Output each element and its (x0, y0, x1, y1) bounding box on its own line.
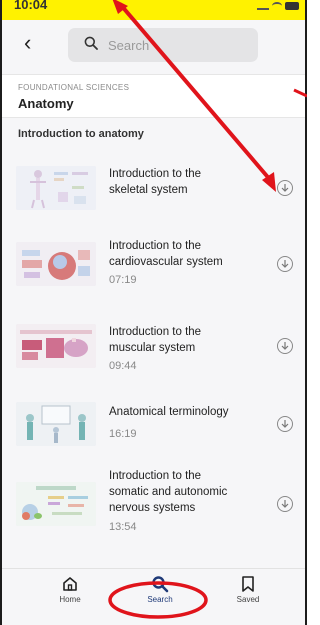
signal-icon (257, 2, 269, 10)
tab-label: Home (59, 595, 81, 604)
tab-search[interactable]: Search (130, 575, 190, 604)
item-title: Introduction to the (109, 240, 202, 252)
home-icon (63, 577, 77, 591)
download-button[interactable] (277, 180, 293, 196)
status-icons (257, 2, 299, 10)
list-item[interactable]: Anatomical terminology 16:19 (2, 396, 305, 476)
section-title: Introduction to anatomy (18, 128, 144, 140)
download-button[interactable] (277, 496, 293, 512)
item-title: Introduction to the (109, 326, 202, 338)
download-icon (281, 184, 289, 192)
tab-label: Saved (236, 595, 260, 604)
item-duration: 16:19 (109, 428, 137, 440)
list-item[interactable]: Introduction to the somatic and autonomi… (2, 466, 305, 546)
wifi-icon (272, 2, 282, 10)
download-button[interactable] (277, 256, 293, 272)
item-title: Introduction to the (109, 168, 202, 180)
back-button[interactable]: ‹ (24, 32, 31, 54)
item-title: muscular system (109, 342, 196, 354)
item-duration: 07:19 (109, 274, 137, 286)
item-title: nervous systems (109, 502, 196, 514)
video-thumbnail (16, 402, 96, 446)
list-item[interactable]: Introduction to the skeletal system (2, 160, 305, 240)
item-title: Anatomical terminology (109, 406, 229, 418)
status-bar: 10:04 (2, 0, 305, 20)
download-button[interactable] (277, 338, 293, 354)
item-title: Introduction to the (109, 470, 202, 482)
search-box[interactable] (68, 28, 258, 62)
download-icon (281, 500, 289, 508)
tab-home[interactable]: Home (40, 575, 100, 604)
search-icon (84, 36, 98, 50)
video-thumbnail (16, 166, 96, 210)
bookmark-icon (242, 576, 254, 592)
search-icon (152, 576, 169, 593)
video-thumbnail (16, 482, 96, 526)
download-icon (281, 260, 289, 268)
top-bar: ‹ (2, 20, 305, 74)
tab-saved[interactable]: Saved (218, 575, 278, 604)
item-duration: 13:54 (109, 521, 137, 533)
phone-screen: 10:04 ‹ FOUNDATIONAL SCIENCES Anatomy In… (0, 0, 307, 625)
item-title: somatic and autonomic (109, 486, 228, 498)
search-input[interactable] (108, 32, 248, 58)
list-item[interactable]: Introduction to the cardiovascular syste… (2, 236, 305, 316)
list-item[interactable]: Introduction to the muscular system 09:4… (2, 318, 305, 398)
category-kicker: FOUNDATIONAL SCIENCES (18, 83, 130, 92)
item-duration: 09:44 (109, 360, 137, 372)
video-thumbnail (16, 242, 96, 286)
category-header: FOUNDATIONAL SCIENCES Anatomy (2, 74, 305, 118)
battery-icon (285, 2, 299, 10)
status-time: 10:04 (14, 0, 48, 12)
download-icon (281, 342, 289, 350)
tab-bar: Home Search Saved (2, 568, 305, 625)
tab-label: Search (147, 595, 173, 604)
download-icon (281, 420, 289, 428)
item-title: cardiovascular system (109, 256, 223, 268)
video-thumbnail (16, 324, 96, 368)
item-title: skeletal system (109, 184, 188, 196)
download-button[interactable] (277, 416, 293, 432)
category-title: Anatomy (18, 96, 74, 111)
